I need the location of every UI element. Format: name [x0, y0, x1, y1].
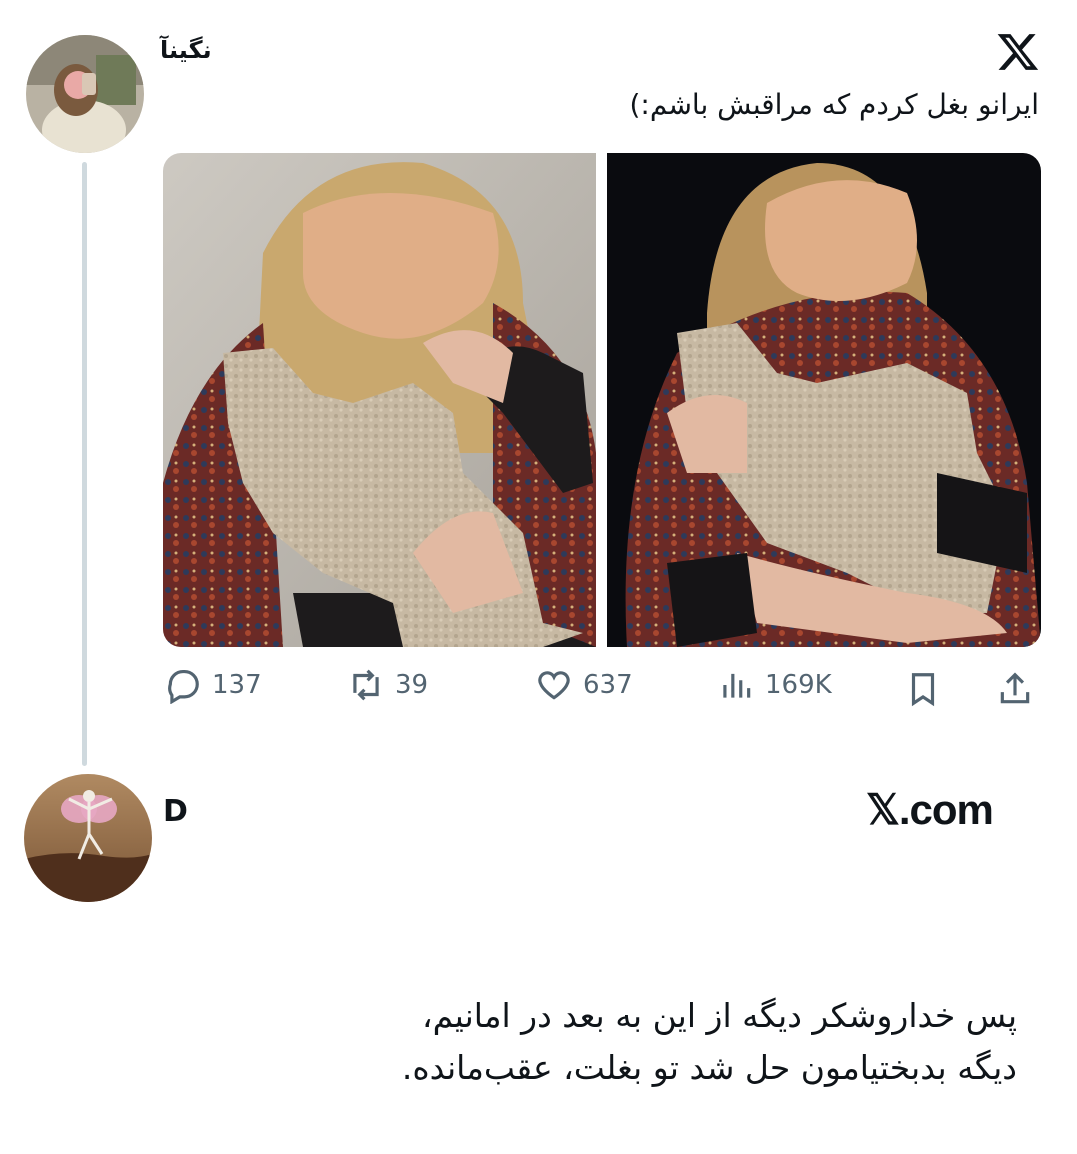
x-com-watermark: 𝕏.com: [866, 786, 994, 833]
heart-icon: [538, 671, 570, 700]
reply-text: پس خداروشکر دیگه از این به بعد در امانیم…: [197, 990, 1017, 1094]
views-count: 169K: [765, 670, 832, 700]
tweet-photo-2[interactable]: [607, 153, 1041, 647]
retweet-button[interactable]: 39: [347, 666, 428, 704]
reply-text-line-1: پس خداروشکر دیگه از این به بعد در امانیم…: [422, 996, 1017, 1035]
retweet-icon: [353, 669, 379, 701]
retweet-count: 39: [395, 670, 429, 700]
tweet-photo-1[interactable]: [163, 153, 596, 647]
reply-author-avatar[interactable]: [24, 774, 152, 902]
reply-count: 137: [212, 670, 262, 700]
reply-button[interactable]: 137: [164, 666, 262, 704]
tweet-action-bar: 137 39 637 169K: [0, 666, 1077, 716]
like-button[interactable]: 637: [535, 666, 633, 704]
bookmark-icon: [911, 673, 935, 707]
reply-text-line-2: دیگه بدبختیامون حل شد تو بغلت، عقب‌مانده…: [401, 1048, 1017, 1087]
like-count: 637: [583, 670, 633, 700]
reply-author-name[interactable]: D: [163, 794, 188, 829]
bookmark-button[interactable]: [904, 670, 942, 708]
share-button[interactable]: [996, 670, 1034, 708]
avatar-image: [24, 774, 152, 902]
views-icon: [723, 673, 751, 698]
views-button[interactable]: 169K: [717, 666, 832, 704]
tweet-text: ایرانو بغل کردم که مراقبش باشم:): [629, 88, 1039, 121]
x-logo-icon: [996, 30, 1040, 74]
share-icon: [1000, 672, 1030, 704]
reply-icon: [168, 669, 199, 704]
author-avatar[interactable]: [26, 35, 144, 153]
tweet-author-name[interactable]: نگینآ: [160, 36, 212, 64]
avatar-image: [26, 35, 144, 153]
